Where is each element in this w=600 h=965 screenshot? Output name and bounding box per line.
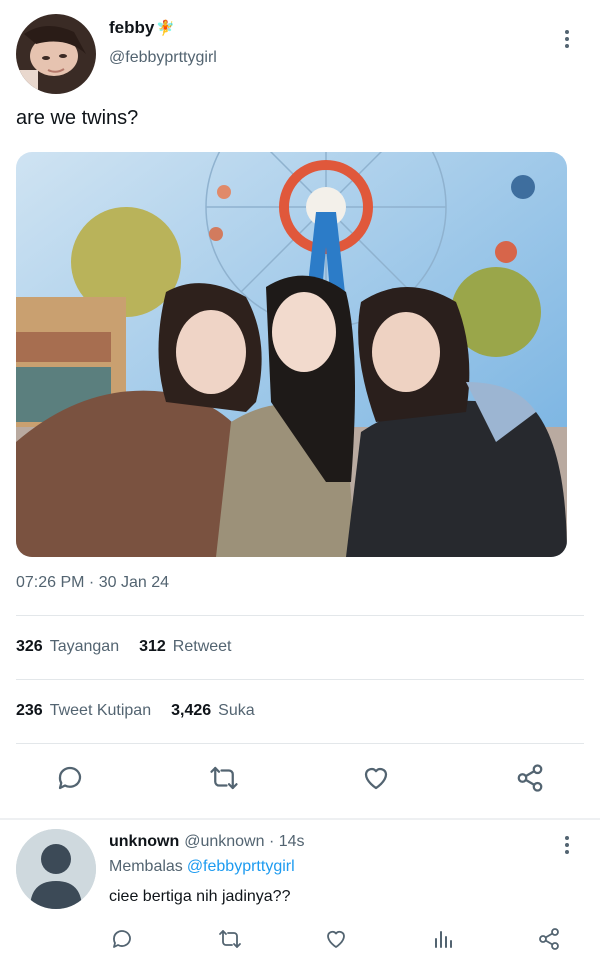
- quotes-count[interactable]: 236: [16, 702, 43, 720]
- retweet-icon[interactable]: [206, 760, 242, 796]
- replying-to: Membalas @febbyprttygirl: [109, 858, 295, 876]
- avatar[interactable]: [16, 14, 96, 94]
- retweet-icon[interactable]: [216, 925, 244, 953]
- replying-label: Membalas: [109, 858, 183, 875]
- views-label[interactable]: Tayangan: [50, 638, 119, 656]
- divider: [16, 679, 584, 680]
- share-icon[interactable]: [535, 925, 563, 953]
- more-options-icon[interactable]: [557, 27, 577, 51]
- divider: [16, 615, 584, 616]
- replying-to-link[interactable]: @febbyprttygirl: [187, 858, 295, 875]
- tweet-photo[interactable]: [16, 152, 567, 557]
- like-icon[interactable]: [358, 760, 394, 796]
- handle[interactable]: @febbyprttygirl: [109, 49, 217, 67]
- reply-text: ciee bertiga nih jadinya??: [109, 888, 291, 905]
- quotes-label[interactable]: Tweet Kutipan: [50, 702, 151, 720]
- views-count[interactable]: 326: [16, 638, 43, 656]
- more-options-icon[interactable]: [557, 833, 577, 857]
- display-name[interactable]: febby: [109, 18, 154, 38]
- main-tweet: febby 🧚 @febbyprttygirl are we twins? 07…: [0, 0, 600, 818]
- tweet-timestamp[interactable]: 07:26 PM · 30 Jan 24: [16, 574, 169, 592]
- like-icon[interactable]: [322, 925, 350, 953]
- reply-tweet[interactable]: unknown @unknown · 14s Membalas @febbyprt…: [0, 820, 600, 965]
- reply-meta: @unknown · 14s: [184, 833, 305, 850]
- likes-count[interactable]: 3,426: [171, 702, 211, 720]
- default-avatar-icon[interactable]: [16, 829, 96, 909]
- divider: [16, 743, 584, 744]
- tweet-actions: [0, 760, 600, 802]
- likes-label[interactable]: Suka: [218, 702, 254, 720]
- fairy-emoji-icon: 🧚: [156, 20, 176, 37]
- reply-icon[interactable]: [108, 925, 136, 953]
- author-name-row[interactable]: febby 🧚: [109, 18, 175, 38]
- reply-display-name[interactable]: unknown: [109, 833, 179, 851]
- reply-icon[interactable]: [52, 760, 88, 796]
- tweet-text: are we twins?: [16, 107, 139, 129]
- share-icon[interactable]: [512, 760, 548, 796]
- reply-header: unknown @unknown · 14s: [109, 833, 305, 851]
- retweets-count[interactable]: 312: [139, 638, 166, 656]
- analytics-icon[interactable]: [429, 925, 457, 953]
- stats-row-2: 236 Tweet Kutipan 3,426 Suka: [16, 702, 275, 720]
- retweets-label[interactable]: Retweet: [173, 638, 232, 656]
- stats-row-1: 326 Tayangan 312 Retweet: [16, 638, 252, 656]
- reply-actions: [0, 925, 600, 953]
